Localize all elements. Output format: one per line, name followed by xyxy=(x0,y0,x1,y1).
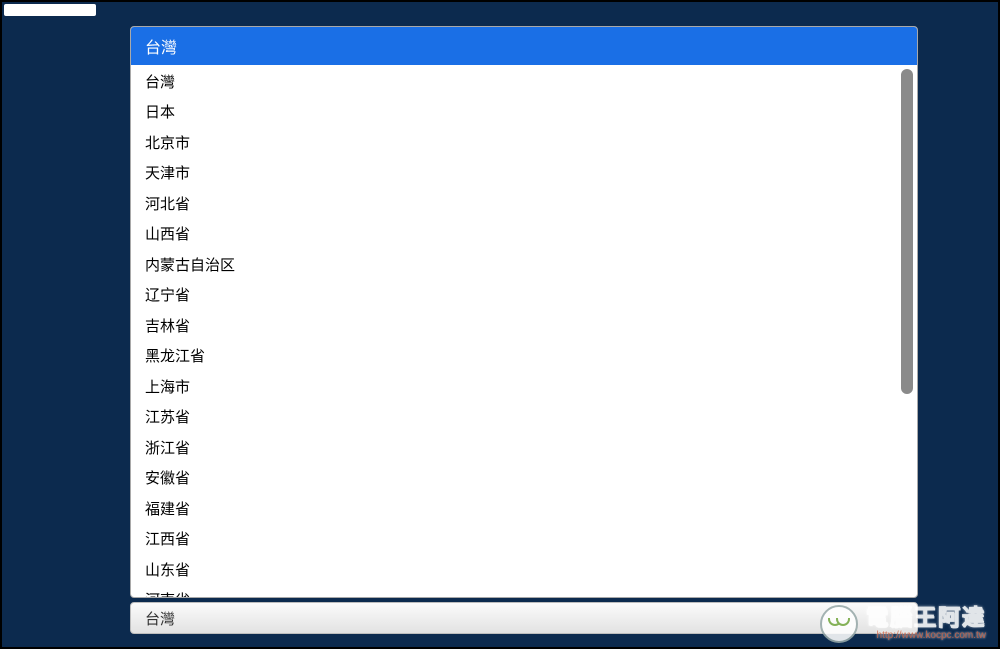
dropdown-selected-header[interactable]: 台灣 xyxy=(131,27,917,65)
region-select-value: 台灣 xyxy=(145,608,175,629)
dropdown-option[interactable]: 辽宁省 xyxy=(131,281,901,312)
window-title-stub xyxy=(4,4,96,16)
dropdown-option[interactable]: 河南省 xyxy=(131,586,901,598)
dropdown-option[interactable]: 日本 xyxy=(131,98,901,129)
dropdown-option[interactable]: 山东省 xyxy=(131,555,901,586)
dropdown-option[interactable]: 台灣 xyxy=(131,67,901,98)
dropdown-option[interactable]: 天津市 xyxy=(131,159,901,190)
region-select-closed[interactable]: 台灣 xyxy=(130,602,918,634)
dropdown-option[interactable]: 江苏省 xyxy=(131,403,901,434)
dropdown-scrollbar[interactable] xyxy=(901,69,913,593)
dropdown-list-wrap: 台灣日本北京市天津市河北省山西省内蒙古自治区辽宁省吉林省黑龙江省上海市江苏省浙江… xyxy=(131,65,917,597)
dropdown-option[interactable]: 浙江省 xyxy=(131,433,901,464)
dropdown-option[interactable]: 内蒙古自治区 xyxy=(131,250,901,281)
dropdown-option[interactable]: 江西省 xyxy=(131,525,901,556)
dropdown-option[interactable]: 北京市 xyxy=(131,128,901,159)
dropdown-option-list: 台灣日本北京市天津市河北省山西省内蒙古自治区辽宁省吉林省黑龙江省上海市江苏省浙江… xyxy=(131,65,901,597)
dropdown-option[interactable]: 黑龙江省 xyxy=(131,342,901,373)
region-dropdown-panel: 台灣 台灣日本北京市天津市河北省山西省内蒙古自治区辽宁省吉林省黑龙江省上海市江苏… xyxy=(130,26,918,598)
dropdown-option[interactable]: 上海市 xyxy=(131,372,901,403)
dropdown-option[interactable]: 山西省 xyxy=(131,220,901,251)
dropdown-option[interactable]: 福建省 xyxy=(131,494,901,525)
dropdown-option[interactable]: 河北省 xyxy=(131,189,901,220)
dropdown-option[interactable]: 安徽省 xyxy=(131,464,901,495)
dropdown-option[interactable]: 吉林省 xyxy=(131,311,901,342)
dropdown-scrollthumb[interactable] xyxy=(901,69,913,394)
